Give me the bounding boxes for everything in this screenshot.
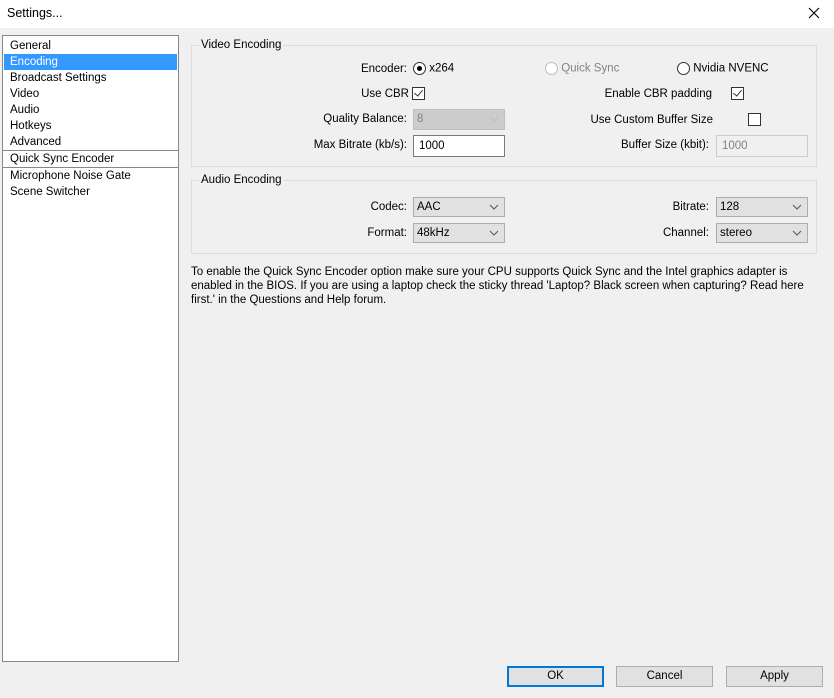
codec-label: Codec:: [370, 201, 407, 213]
buffer-size-label: Buffer Size (kbit):: [621, 139, 709, 151]
sidebar-item-audio[interactable]: Audio: [4, 102, 177, 118]
sidebar-item-hotkeys[interactable]: Hotkeys: [4, 118, 177, 134]
max-bitrate-input[interactable]: [413, 135, 505, 157]
use-cbr-label: Use CBR: [361, 88, 409, 100]
buffer-size-input: [716, 135, 808, 157]
chevron-down-icon: [489, 204, 499, 210]
use-custom-buffer-label: Use Custom Buffer Size: [590, 114, 713, 126]
title-bar: Settings...: [0, 0, 834, 28]
sidebar-item-general[interactable]: General: [4, 38, 177, 54]
chevron-down-icon: [489, 116, 499, 122]
chevron-down-icon: [792, 230, 802, 236]
format-dropdown[interactable]: 48kHz: [413, 223, 505, 243]
close-icon: [808, 7, 820, 19]
sidebar-item-scene-switcher[interactable]: Scene Switcher: [4, 184, 177, 200]
max-bitrate-label: Max Bitrate (kb/s):: [313, 139, 407, 151]
channel-dropdown[interactable]: stereo: [716, 223, 808, 243]
audio-encoding-title: Audio Encoding: [199, 174, 284, 186]
sidebar-item-microphone-noise-gate[interactable]: Microphone Noise Gate: [4, 168, 177, 184]
quality-balance-label: Quality Balance:: [323, 113, 407, 125]
buffer-size-field: [717, 136, 807, 156]
encoder-radio-nvenc[interactable]: Nvidia NVENC: [677, 62, 769, 75]
quick-sync-info-note: To enable the Quick Sync Encoder option …: [191, 266, 804, 306]
radio-unchecked-icon: [677, 62, 690, 75]
sidebar-item-quick-sync-encoder[interactable]: Quick Sync Encoder: [4, 151, 177, 167]
enable-cbr-padding-checkbox[interactable]: [731, 87, 745, 100]
max-bitrate-field[interactable]: [414, 136, 504, 156]
enable-cbr-padding-label: Enable CBR padding: [604, 88, 712, 100]
close-button[interactable]: [802, 2, 826, 24]
sidebar-item-video[interactable]: Video: [4, 86, 177, 102]
sidebar-item-broadcast-settings[interactable]: Broadcast Settings: [4, 70, 177, 86]
chevron-down-icon: [489, 230, 499, 236]
radio-unchecked-icon: [545, 62, 558, 75]
sidebar-item-encoding[interactable]: Encoding: [4, 54, 177, 70]
radio-checked-icon: [413, 62, 426, 75]
ok-button[interactable]: OK: [507, 666, 604, 687]
encoder-radio-quick-sync: Quick Sync: [545, 62, 619, 75]
codec-dropdown[interactable]: AAC: [413, 197, 505, 217]
window-title: Settings...: [7, 6, 63, 20]
settings-category-list[interactable]: General Encoding Broadcast Settings Vide…: [2, 35, 179, 662]
channel-label: Channel:: [662, 227, 709, 239]
bitrate-dropdown[interactable]: 128: [716, 197, 808, 217]
use-custom-buffer-checkbox[interactable]: [748, 113, 762, 126]
apply-button[interactable]: Apply: [726, 666, 823, 687]
sidebar-item-advanced[interactable]: Advanced: [4, 134, 177, 150]
bitrate-label: Bitrate:: [672, 201, 709, 213]
quality-balance-dropdown: 8: [413, 109, 505, 130]
cancel-button[interactable]: Cancel: [616, 666, 713, 687]
format-label: Format:: [367, 227, 407, 239]
video-encoding-title: Video Encoding: [199, 39, 284, 51]
encoder-label: Encoder:: [360, 63, 407, 75]
chevron-down-icon: [792, 204, 802, 210]
use-cbr-checkbox[interactable]: [412, 87, 425, 100]
encoder-radio-x264[interactable]: x264: [413, 62, 454, 75]
